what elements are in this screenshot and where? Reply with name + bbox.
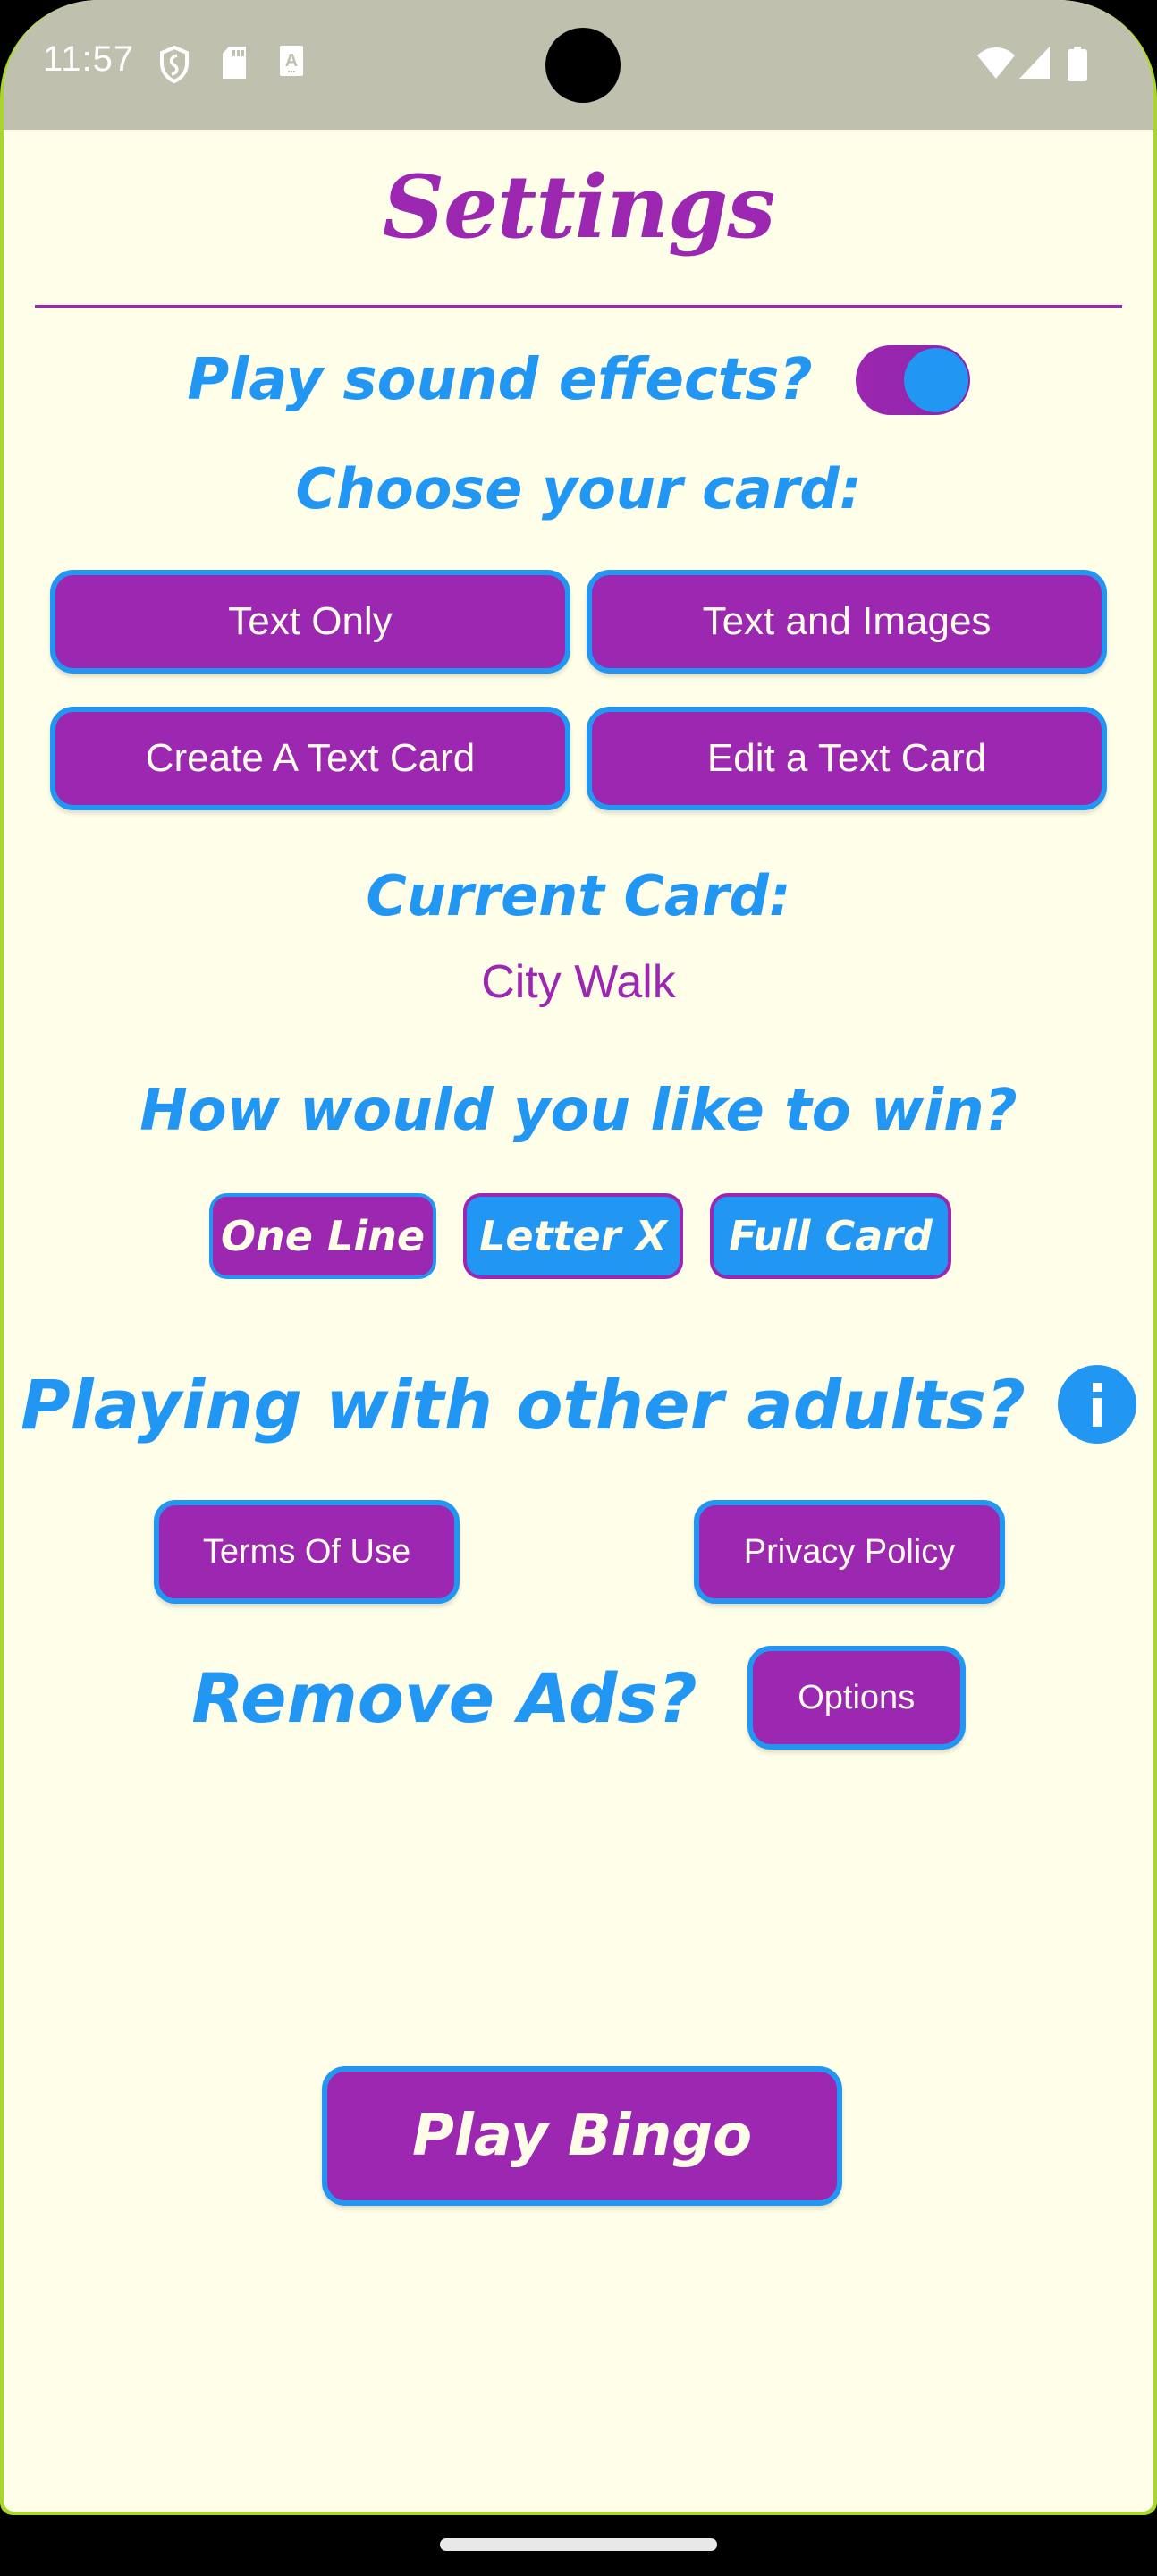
sound-effects-row: Play sound effects? [4, 340, 1153, 420]
play-bingo-button[interactable]: Play Bingo [322, 2066, 842, 2206]
remove-ads-options-button[interactable]: Options [747, 1646, 966, 1750]
page-title: Settings [382, 157, 776, 258]
win-option-one-line[interactable]: One Line [209, 1193, 436, 1279]
home-gesture-bar[interactable] [440, 2538, 717, 2551]
remove-ads-label: Remove Ads? [191, 1657, 697, 1738]
status-time: 11:57 [43, 39, 135, 79]
choose-card-label: Choose your card: [295, 456, 862, 521]
status-bar: 11:57 A [4, 0, 1153, 130]
svg-text:A: A [285, 51, 298, 71]
adults-label: Playing with other adults? [20, 1364, 1026, 1445]
win-mode-label: How would you like to win? [139, 1078, 1018, 1144]
current-card-label: Current Card: [366, 863, 791, 928]
wifi-icon [977, 47, 1015, 79]
toggle-thumb [903, 348, 968, 412]
keyboard-a-icon: A [280, 46, 303, 76]
info-icon[interactable] [1058, 1365, 1137, 1444]
camera-cutout [545, 28, 621, 103]
sound-effects-toggle[interactable] [855, 345, 970, 415]
create-text-card-button[interactable]: Create A Text Card [50, 707, 570, 810]
app-surface: 11:57 A Settings Play sound effects? Cho… [4, 0, 1153, 2512]
battery-icon [1068, 47, 1087, 81]
shield-icon [160, 45, 189, 84]
edit-text-card-button[interactable]: Edit a Text Card [587, 707, 1107, 810]
signal-icon [1019, 47, 1050, 79]
phone-screen: 11:57 A Settings Play sound effects? Cho… [0, 0, 1157, 2515]
adults-row: Playing with other adults? [4, 1355, 1153, 1453]
text-and-images-button[interactable]: Text and Images [587, 570, 1107, 674]
sound-effects-label: Play sound effects? [187, 347, 813, 413]
title-divider [35, 305, 1122, 308]
terms-of-use-button[interactable]: Terms Of Use [154, 1500, 460, 1604]
text-only-button[interactable]: Text Only [50, 570, 570, 674]
privacy-policy-button[interactable]: Privacy Policy [694, 1500, 1005, 1604]
win-option-full-card[interactable]: Full Card [710, 1193, 951, 1279]
sd-card-icon [223, 47, 246, 79]
remove-ads-row: Remove Ads? Options [4, 1646, 1153, 1750]
current-card-value: City Walk [481, 956, 676, 1008]
win-option-letter-x[interactable]: Letter X [463, 1193, 683, 1279]
